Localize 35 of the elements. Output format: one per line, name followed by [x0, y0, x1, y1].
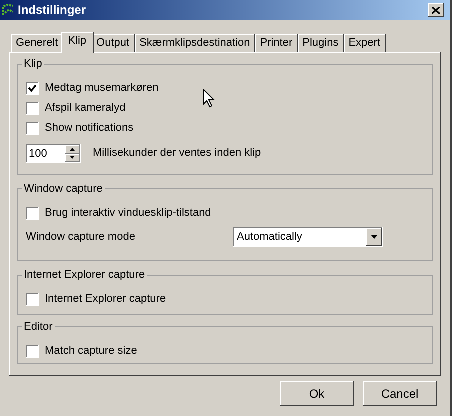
checkbox-label: Internet Explorer capture — [45, 292, 166, 308]
number-spinner[interactable]: 100 — [26, 144, 81, 163]
group-title: Window capture — [23, 182, 104, 196]
spin-up-icon[interactable] — [65, 145, 80, 154]
checkbox[interactable] — [26, 82, 39, 95]
spinner-label: Millisekunder der ventes inden klip — [93, 146, 262, 162]
group-title: Internet Explorer capture — [23, 268, 146, 283]
checkbox-label: Medtag musemarkøren — [45, 81, 159, 96]
close-icon — [432, 6, 440, 14]
group-title: Klip — [23, 57, 44, 72]
checkbox-label: Brug interaktiv vinduesklip-tilstand — [45, 206, 212, 221]
app-icon — [1, 2, 16, 18]
dialog-button[interactable]: Cancel — [363, 381, 437, 406]
group-title: Editor — [23, 320, 54, 334]
dialog-button[interactable]: Ok — [280, 381, 354, 406]
checkbox-label: Show notifications — [45, 121, 134, 136]
checkbox[interactable] — [26, 122, 39, 135]
dropdown[interactable]: Automatically — [233, 227, 383, 247]
tab[interactable]: Generelt — [11, 34, 64, 52]
mouse-pointer-icon — [203, 89, 215, 108]
checkbox-label: Match capture size — [45, 344, 138, 359]
tab[interactable]: Plugins — [298, 34, 344, 52]
tab[interactable]: Output — [92, 34, 135, 52]
checkbox[interactable] — [26, 102, 39, 115]
dropdown-label: Window capture mode — [26, 230, 136, 245]
checkbox[interactable] — [26, 344, 39, 358]
tab[interactable]: Klip — [61, 32, 94, 53]
checkbox[interactable] — [26, 293, 39, 306]
tab[interactable]: Expert — [344, 34, 386, 52]
close-button[interactable] — [428, 3, 444, 17]
window-title: Indstillinger — [18, 2, 86, 19]
tab[interactable]: Skærmklipsdestination — [134, 34, 256, 52]
checkbox-label: Afspil kameralyd — [45, 101, 126, 116]
checkbox[interactable] — [26, 206, 39, 220]
tab[interactable]: Printer — [255, 34, 298, 52]
